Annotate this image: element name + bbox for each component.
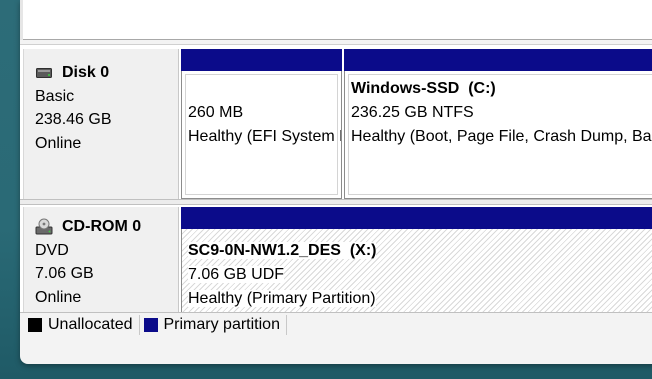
cdrom-0-partitions: SC9-0N-NW1.2_DES (X:) 7.06 GB UDF Health… [181, 207, 652, 317]
disk-info-disk-0[interactable]: Disk 0 Basic 238.46 GB Online [23, 49, 179, 199]
partition-name: SC9-0N-NW1.2_DES (X:) [188, 242, 377, 259]
partition-windows-ssd[interactable]: Windows-SSD (C:) 236.25 GB NTFS Healthy … [344, 49, 652, 199]
partition-status: Healthy (EFI System Partition) [188, 128, 341, 145]
partition-efi[interactable]: 260 MB Healthy (EFI System Partition) [181, 49, 342, 199]
legend: Unallocated Primary partition [20, 312, 652, 336]
hard-disk-icon [35, 64, 53, 82]
partition-status: Healthy (Boot, Page File, Crash Dump, Ba… [351, 128, 652, 145]
legend-item-unallocated: Unallocated [28, 314, 140, 335]
partition-size: 260 MB [188, 104, 244, 121]
partition-size: 236.25 GB NTFS [351, 104, 474, 121]
partition-cdrom[interactable]: SC9-0N-NW1.2_DES (X:) 7.06 GB UDF Health… [181, 207, 652, 317]
partition-name-row: SC9-0N-NW1.2_DES (X:) [188, 239, 652, 263]
unallocated-swatch [28, 317, 42, 332]
partition-size-row: 7.06 GB UDF [188, 263, 652, 287]
disk-graphical-view: Disk 0 Basic 238.46 GB Online 260 MB Hea… [20, 44, 652, 317]
disk-management-window: Disk 0 Basic 238.46 GB Online 260 MB Hea… [20, 0, 652, 364]
primary-partition-swatch [143, 317, 158, 332]
disk-info-cdrom-0[interactable]: CD-ROM 0 DVD 7.06 GB Online [23, 207, 179, 317]
partition-body: Windows-SSD (C:) 236.25 GB NTFS Healthy … [344, 71, 652, 199]
partition-text: 260 MB Healthy (EFI System Partition) [188, 101, 341, 149]
legend-label: Primary partition [163, 315, 280, 333]
disk-type: Basic [35, 87, 75, 105]
disk-name: CD-ROM 0 [62, 218, 142, 235]
disk-name-row: Disk 0 [35, 61, 178, 85]
partition-text: Windows-SSD (C:) 236.25 GB NTFS Healthy … [351, 77, 652, 149]
cd-rom-icon [35, 218, 53, 236]
partition-status-row: Healthy (Primary Partition) [188, 287, 652, 311]
partition-body: SC9-0N-NW1.2_DES (X:) 7.06 GB UDF Health… [181, 229, 652, 317]
pane-edge [20, 0, 23, 40]
partition-bar [181, 49, 342, 71]
partition-name: Windows-SSD (C:) [351, 80, 496, 97]
disk-row-cdrom-0: CD-ROM 0 DVD 7.06 GB Online SC9-0N-NW1.2… [20, 207, 652, 317]
disk-size: 7.06 GB [35, 265, 94, 282]
partition-text: SC9-0N-NW1.2_DES (X:) 7.06 GB UDF Health… [188, 235, 652, 311]
disk-status: Online [35, 134, 82, 152]
disk-status: Online [35, 288, 82, 306]
disk-separator [20, 199, 652, 205]
disk-0-partitions: 260 MB Healthy (EFI System Partition) Wi… [181, 49, 652, 199]
disk-name-row: CD-ROM 0 [35, 215, 178, 239]
disk-name: Disk 0 [62, 64, 110, 81]
volume-list-pane[interactable] [20, 0, 652, 40]
legend-label: Unallocated [48, 315, 133, 333]
partition-status: Healthy (Primary Partition) [188, 290, 376, 307]
disk-size: 238.46 GB [35, 111, 112, 128]
legend-item-primary: Primary partition [143, 314, 287, 335]
partition-bar [181, 207, 652, 229]
partition-bar [344, 49, 652, 71]
disk-row-disk-0: Disk 0 Basic 238.46 GB Online 260 MB Hea… [20, 49, 652, 199]
partition-size: 7.06 GB UDF [188, 266, 285, 283]
disk-type: DVD [35, 241, 69, 259]
partition-body: 260 MB Healthy (EFI System Partition) [181, 71, 342, 199]
